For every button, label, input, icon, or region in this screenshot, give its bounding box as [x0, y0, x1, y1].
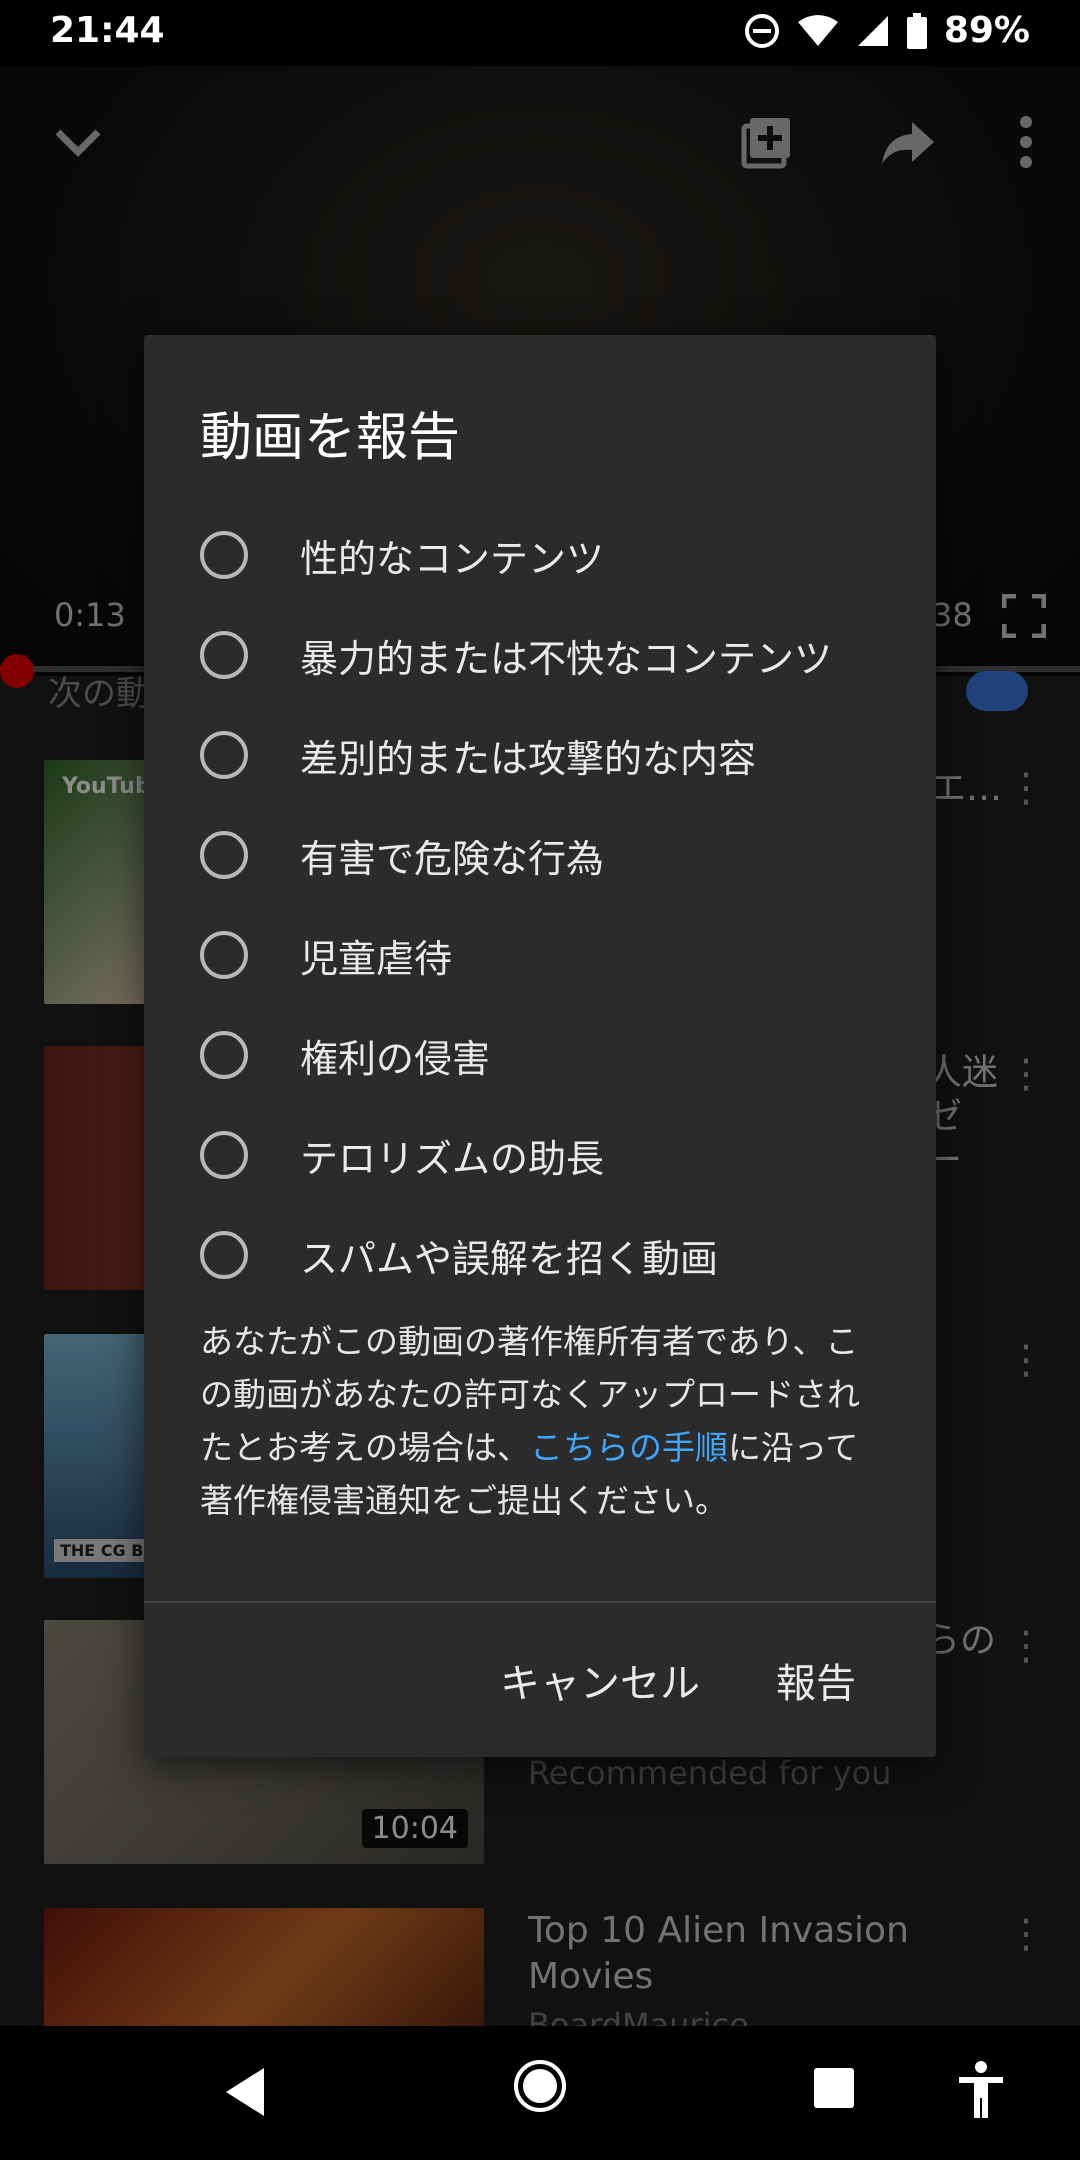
radio-button[interactable]	[200, 1031, 248, 1079]
option-label: 有害で危険な行為	[300, 836, 605, 881]
report-reason-option[interactable]: 性的なコンテンツ	[200, 505, 900, 605]
radio-button[interactable]	[200, 931, 248, 979]
report-reason-option[interactable]: 有害で危険な行為	[200, 805, 900, 905]
status-time: 21:44	[50, 10, 165, 51]
back-icon[interactable]	[220, 2064, 270, 2120]
recents-icon[interactable]	[812, 2066, 856, 2110]
option-label: 権利の侵害	[300, 1036, 491, 1081]
battery-icon	[906, 12, 927, 49]
cancel-button[interactable]: キャンセル	[500, 1651, 700, 1709]
report-reason-option[interactable]: 権利の侵害	[200, 1005, 900, 1105]
dialog-title: 動画を報告	[200, 408, 461, 468]
do-not-disturb-icon	[744, 13, 779, 48]
status-icons: 89%	[744, 10, 1030, 51]
home-icon[interactable]	[512, 2058, 568, 2114]
radio-button[interactable]	[200, 731, 248, 779]
system-nav-bar	[0, 2026, 1080, 2160]
report-reason-option[interactable]: テロリズムの助長	[200, 1105, 900, 1205]
radio-button[interactable]	[200, 1231, 248, 1279]
option-label: 性的なコンテンツ	[300, 536, 605, 581]
cell-signal-icon	[857, 15, 888, 46]
option-label: 児童虐待	[300, 936, 453, 981]
dialog-divider	[144, 1601, 936, 1603]
option-label: 差別的または攻撃的な内容	[300, 736, 757, 781]
report-reason-option[interactable]: 暴力的または不快なコンテンツ	[200, 605, 900, 705]
option-label: テロリズムの助長	[300, 1136, 605, 1181]
copyright-notice: あなたがこの動画の著作権所有者であり、この動画があなたの許可なくアップロードされ…	[200, 1315, 890, 1527]
report-reason-option[interactable]: スパムや誤解を招く動画	[200, 1205, 900, 1305]
radio-button[interactable]	[200, 531, 248, 579]
radio-button[interactable]	[200, 831, 248, 879]
option-label: 暴力的または不快なコンテンツ	[300, 636, 833, 681]
option-label: スパムや誤解を招く動画	[300, 1236, 719, 1281]
report-reason-option[interactable]: 児童虐待	[200, 905, 900, 1005]
copyright-instructions-link[interactable]: こちらの手順	[530, 1428, 728, 1467]
report-button[interactable]: 報告	[776, 1651, 856, 1709]
battery-percent: 89%	[943, 10, 1030, 51]
radio-button[interactable]	[200, 1131, 248, 1179]
wifi-icon	[797, 14, 838, 46]
report-video-dialog: 動画を報告 性的なコンテンツ 暴力的または不快なコンテンツ 差別的または攻撃的な…	[144, 335, 936, 1757]
accessibility-icon[interactable]	[956, 2060, 1006, 2120]
status-bar: 21:44 89%	[0, 0, 1080, 66]
radio-button[interactable]	[200, 631, 248, 679]
report-reason-option[interactable]: 差別的または攻撃的な内容	[200, 705, 900, 805]
